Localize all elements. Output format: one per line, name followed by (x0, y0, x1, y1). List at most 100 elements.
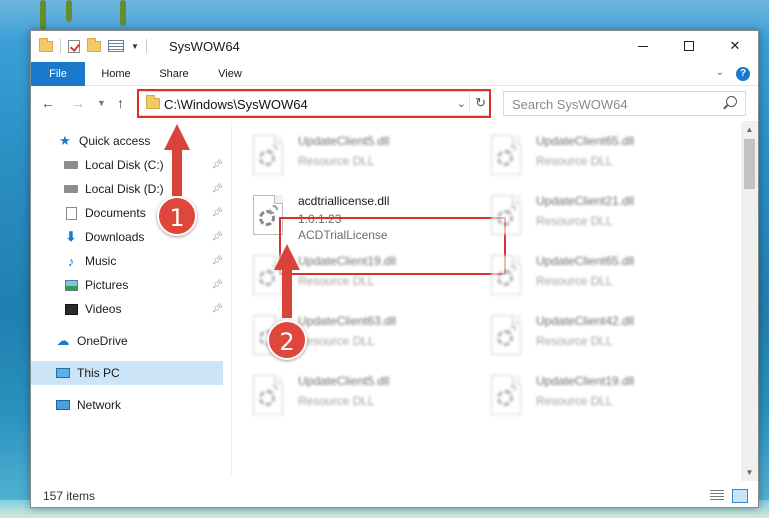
file-item[interactable]: UpdateClient65.dll Resource DLL (479, 129, 709, 183)
tab-share[interactable]: Share (149, 62, 199, 86)
status-bar: 157 items (31, 485, 758, 507)
annotation-arrow-1 (172, 148, 182, 196)
file-type: Resource DLL (536, 154, 613, 168)
file-item[interactable]: UpdateClient5.dll Resource DLL (241, 129, 471, 183)
minimize-icon (638, 45, 648, 47)
close-icon: ✕ (729, 38, 741, 53)
pictures-icon (63, 278, 79, 292)
nav-item-this-pc[interactable]: This PC (31, 361, 223, 385)
file-name: UpdateClient5.dll (298, 374, 390, 388)
nav-item-local-disk-c[interactable]: Local Disk (C:) 📌︎ (31, 153, 223, 177)
navigation-pane: ★ Quick access Local Disk (C:) 📌︎ Local … (31, 121, 231, 476)
nav-item-label: Local Disk (D:) (85, 182, 164, 196)
file-name: UpdateClient65.dll (536, 254, 635, 268)
file-item[interactable]: UpdateClient42.dll Resource DLL (479, 309, 709, 363)
file-type: Resource DLL (298, 394, 375, 408)
scroll-up-icon[interactable]: ▲ (741, 121, 758, 138)
annotation-arrow-2 (282, 268, 292, 318)
toolbar-separator (60, 39, 61, 53)
item-count: 157 items (43, 489, 96, 503)
scrollbar-thumb[interactable] (744, 139, 755, 189)
onedrive-icon: ☁ (56, 333, 70, 348)
explorer-window: ▼ SysWOW64 ✕ File Home Share View ⌄ ? ← … (30, 30, 759, 508)
recent-locations-caret-icon[interactable]: ▼ (97, 98, 106, 108)
vertical-scrollbar[interactable]: ▲ ▼ (741, 121, 758, 481)
tab-view[interactable]: View (205, 62, 255, 86)
nav-item-label: Documents (85, 206, 146, 220)
file-item[interactable]: UpdateClient5.dll Resource DLL (241, 369, 471, 423)
music-icon: ♪ (67, 253, 75, 269)
scroll-down-icon[interactable]: ▼ (741, 464, 758, 481)
file-name: UpdateClient65.dll (536, 134, 635, 148)
details-view-icon[interactable] (710, 490, 724, 502)
nav-item-label: Local Disk (C:) (85, 158, 164, 172)
nav-item-music[interactable]: ♪ Music 📌︎ (31, 249, 223, 273)
search-input[interactable]: Search SysWOW64 (503, 91, 746, 116)
up-arrow-icon[interactable]: ↑ (117, 95, 124, 111)
maximize-button[interactable] (666, 31, 712, 61)
pin-icon[interactable]: 📌︎ (212, 231, 223, 242)
pin-icon[interactable]: 📌︎ (212, 279, 223, 290)
nav-item-downloads[interactable]: ⬇ Downloads 📌︎ (31, 225, 223, 249)
file-name: UpdateClient5.dll (298, 134, 390, 148)
nav-item-label: Quick access (79, 134, 151, 148)
file-type: Resource DLL (298, 334, 375, 348)
file-item[interactable]: UpdateClient65.dll Resource DLL (479, 249, 709, 303)
drive-icon (63, 182, 79, 196)
minimize-button[interactable] (620, 31, 666, 61)
file-name: UpdateClient21.dll (536, 194, 635, 208)
file-type: Resource DLL (536, 214, 613, 228)
expand-ribbon-chevron-icon[interactable]: ⌄ (716, 67, 724, 78)
file-name: UpdateClient63.dll (298, 314, 397, 328)
new-folder-icon[interactable] (87, 37, 101, 52)
background-palm (40, 0, 46, 30)
nav-item-pictures[interactable]: Pictures 📌︎ (31, 273, 223, 297)
this-pc-icon (55, 366, 71, 380)
nav-item-local-disk-d[interactable]: Local Disk (D:) 📌︎ (31, 177, 223, 201)
file-type: Resource DLL (536, 274, 613, 288)
pin-icon[interactable]: 📌︎ (212, 255, 223, 266)
dll-file-icon (253, 135, 283, 175)
tab-home[interactable]: Home (91, 62, 141, 86)
properties-icon[interactable] (108, 40, 124, 52)
address-bar-highlight (137, 89, 491, 118)
nav-item-label: Network (77, 398, 122, 412)
nav-item-network[interactable]: Network (31, 393, 223, 417)
search-icon[interactable] (726, 96, 737, 107)
pin-icon[interactable]: 📌︎ (212, 207, 223, 218)
downloads-icon: ⬇ (65, 229, 77, 244)
large-icons-view-icon[interactable] (732, 489, 748, 503)
nav-item-quick-access[interactable]: ★ Quick access (31, 129, 223, 153)
annotation-arrowhead-2 (274, 244, 300, 270)
customize-toolbar-caret-icon[interactable]: ▼ (131, 42, 139, 51)
title-bar: ▼ SysWOW64 ✕ (31, 31, 758, 62)
file-item[interactable]: UpdateClient21.dll Resource DLL (479, 189, 709, 243)
background-palm (66, 0, 72, 22)
folder-icon[interactable] (39, 37, 53, 52)
file-name: UpdateClient19.dll (536, 374, 635, 388)
network-icon (55, 398, 71, 412)
help-icon[interactable]: ? (736, 67, 750, 81)
back-arrow-icon[interactable]: ← (41, 95, 55, 111)
star-icon: ★ (59, 133, 71, 148)
forward-arrow-icon[interactable]: → (71, 95, 85, 111)
dll-file-icon (491, 195, 521, 235)
pin-icon[interactable]: 📌︎ (212, 303, 223, 314)
pin-icon[interactable]: 📌︎ (212, 183, 223, 194)
videos-icon (63, 302, 79, 316)
annotation-arrowhead-1 (164, 124, 190, 150)
step-2-badge: 2 (267, 320, 307, 360)
properties-check-icon[interactable] (68, 39, 80, 53)
dll-file-icon (253, 375, 283, 415)
tab-file[interactable]: File (31, 62, 85, 86)
search-placeholder: Search SysWOW64 (512, 97, 628, 112)
maximize-icon (684, 41, 694, 51)
nav-item-videos[interactable]: Videos 📌︎ (31, 297, 223, 321)
background-palm (120, 0, 126, 26)
nav-item-onedrive[interactable]: ☁ OneDrive (31, 329, 223, 353)
pane-divider[interactable] (231, 121, 232, 476)
close-button[interactable]: ✕ (712, 31, 758, 61)
file-item[interactable]: UpdateClient19.dll Resource DLL (479, 369, 709, 423)
file-type: Resource DLL (298, 274, 375, 288)
pin-icon[interactable]: 📌︎ (212, 159, 223, 170)
